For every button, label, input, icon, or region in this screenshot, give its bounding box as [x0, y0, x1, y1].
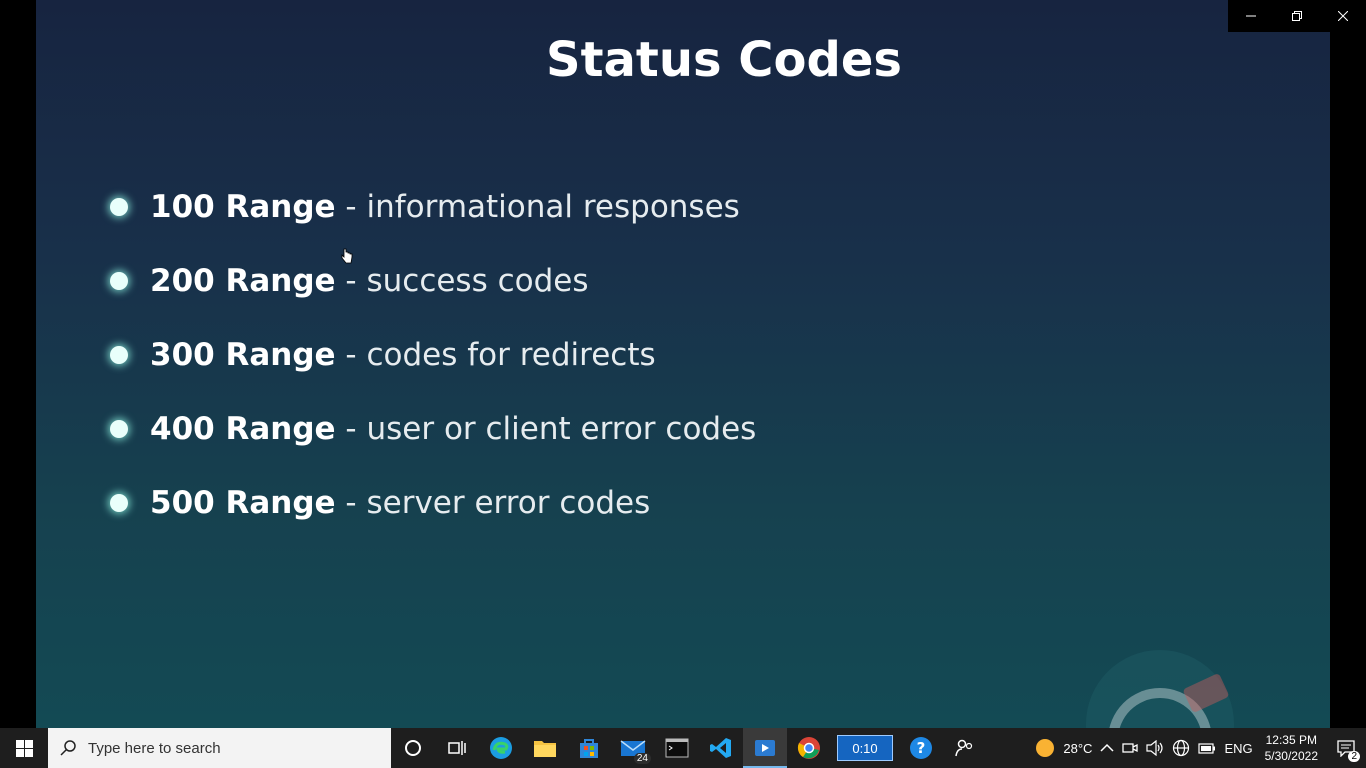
mail-badge: 24 [633, 753, 651, 764]
taskbar-store[interactable] [567, 728, 611, 768]
vscode-icon [710, 738, 731, 758]
taskbar-vscode[interactable] [699, 728, 743, 768]
windows-logo-icon [15, 739, 33, 757]
taskbar-help[interactable]: ? [899, 728, 943, 768]
bullet-range: 300 Range [150, 337, 336, 373]
slide-title: Status Codes [546, 32, 902, 88]
language-indicator[interactable]: ENG [1220, 728, 1256, 768]
taskbar-terminal[interactable] [655, 728, 699, 768]
cortana-button[interactable] [391, 728, 435, 768]
recording-timer[interactable]: 0:10 [837, 735, 893, 761]
show-hidden-icons-button[interactable] [1096, 728, 1118, 768]
hand-cursor-icon [341, 248, 353, 264]
battery-button[interactable] [1194, 728, 1220, 768]
bullet-desc: - codes for redirects [335, 337, 656, 373]
search-icon [60, 740, 76, 756]
speaker-icon [1146, 740, 1164, 756]
bullet-dot-icon [110, 494, 128, 512]
notification-center-button[interactable]: 2 [1326, 728, 1366, 768]
bullet-dot-icon [110, 198, 128, 216]
sun-icon [1036, 739, 1055, 757]
bullet-range: 500 Range [150, 485, 336, 521]
volume-button[interactable] [1142, 728, 1168, 768]
bullet-list: 100 Range - informational responses 200 … [110, 185, 756, 555]
window-controls [1228, 0, 1366, 32]
bullet-range: 400 Range [150, 411, 336, 447]
restore-button[interactable] [1274, 0, 1320, 32]
camera-icon [1122, 743, 1139, 753]
people-icon [955, 739, 973, 757]
bullet-range: 100 Range [150, 189, 336, 225]
taskbar-file-explorer[interactable] [523, 728, 567, 768]
minimize-icon [1246, 15, 1256, 17]
taskbar-edge[interactable] [479, 728, 523, 768]
svg-text:?: ? [917, 739, 926, 757]
taskbar-media-player[interactable] [743, 728, 787, 768]
bullet-dot-icon [110, 420, 128, 438]
weather-widget[interactable]: 28°C [1031, 728, 1096, 768]
slide: Status Codes 100 Range - informational r… [36, 0, 1330, 728]
taskbar-people[interactable] [943, 728, 987, 768]
close-button[interactable] [1320, 0, 1366, 32]
chevron-up-icon [1100, 743, 1114, 752]
bullet-item: 300 Range - codes for redirects [110, 333, 756, 407]
network-button[interactable] [1168, 728, 1194, 768]
bullet-item: 100 Range - informational responses [110, 185, 756, 259]
bullet-dot-icon [110, 346, 128, 364]
notification-count: 2 [1348, 751, 1360, 762]
bullet-item: 400 Range - user or client error codes [110, 407, 756, 481]
minimize-button[interactable] [1228, 0, 1274, 32]
taskbar-search[interactable]: Type here to search [48, 728, 391, 768]
meet-now-button[interactable] [1118, 728, 1142, 768]
bullet-desc: - success codes [335, 263, 589, 299]
search-placeholder: Type here to search [88, 739, 221, 757]
task-view-icon [448, 741, 466, 755]
bullet-desc: - server error codes [335, 485, 651, 521]
bullet-dot-icon [110, 272, 128, 290]
weather-temp: 28°C [1063, 740, 1093, 756]
taskbar-mail[interactable]: 24 [611, 728, 655, 768]
folder-icon [534, 741, 556, 757]
restore-icon [1292, 11, 1302, 21]
start-button[interactable] [0, 728, 48, 768]
clock-time: 12:35 PM [1265, 733, 1317, 747]
task-view-button[interactable] [435, 728, 479, 768]
cortana-circle-icon [405, 740, 421, 756]
clock[interactable]: 12:35 PM 5/30/2022 [1257, 732, 1326, 764]
bullet-desc: - user or client error codes [335, 411, 757, 447]
bullet-range: 200 Range [150, 263, 336, 299]
terminal-icon [665, 738, 689, 758]
taskbar: Type here to search 24 0:10 ? 28°C ENG 1… [0, 728, 1366, 768]
globe-icon [1173, 739, 1190, 757]
taskbar-chrome[interactable] [787, 728, 831, 768]
edge-browser-icon [490, 737, 512, 759]
bullet-item: 200 Range - success codes [110, 259, 756, 333]
system-tray: 28°C ENG 12:35 PM 5/30/2022 2 [1031, 728, 1366, 768]
bullet-item: 500 Range - server error codes [110, 481, 756, 555]
chrome-icon [797, 737, 820, 759]
battery-icon [1198, 743, 1216, 754]
close-icon [1338, 11, 1348, 21]
media-player-icon [755, 740, 775, 756]
help-icon: ? [910, 737, 932, 759]
clock-date: 5/30/2022 [1264, 749, 1318, 763]
store-bag-icon [580, 739, 598, 758]
bullet-desc: - informational responses [335, 189, 740, 225]
